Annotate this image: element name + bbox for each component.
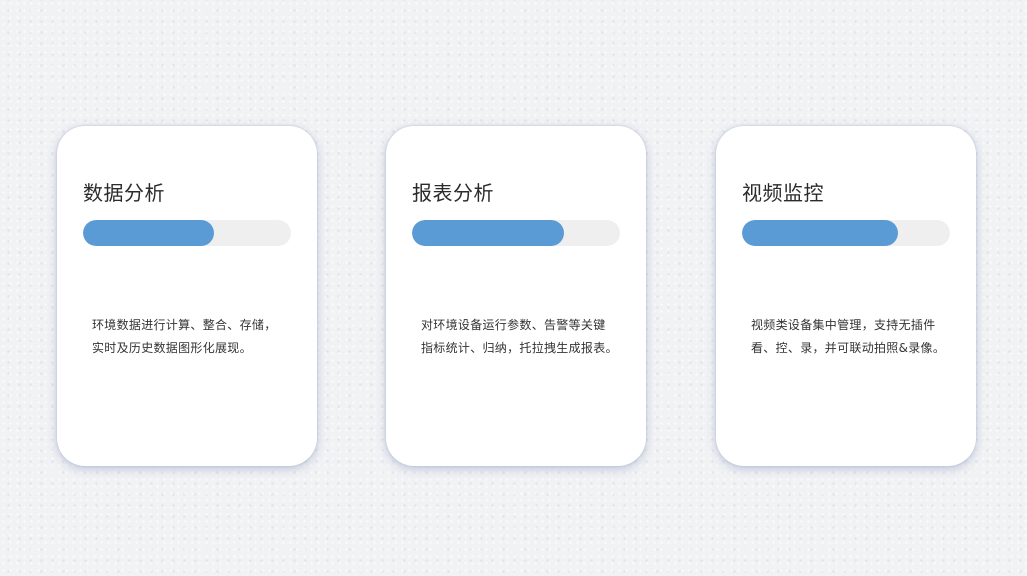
card-description: 环境数据进行计算、整合、存储， 实时及历史数据图形化展现。 xyxy=(92,314,307,360)
progress-bar xyxy=(83,220,291,246)
progress-bar xyxy=(742,220,950,246)
feature-card-video-monitoring: 视频监控 视频类设备集中管理，支持无插件 看、控、录，并可联动拍照&录像。 xyxy=(716,126,976,466)
card-title: 视频监控 xyxy=(742,181,824,205)
card-title: 报表分析 xyxy=(412,181,494,205)
feature-card-data-analysis: 数据分析 环境数据进行计算、整合、存储， 实时及历史数据图形化展现。 xyxy=(57,126,317,466)
card-description: 视频类设备集中管理，支持无插件 看、控、录，并可联动拍照&录像。 xyxy=(751,314,966,360)
card-description-line: 看、控、录，并可联动拍照&录像。 xyxy=(751,341,946,355)
card-description: 对环境设备运行参数、告警等关键 指标统计、归纳，托拉拽生成报表。 xyxy=(421,314,636,360)
card-description-line: 指标统计、归纳，托拉拽生成报表。 xyxy=(421,341,618,355)
progress-bar-fill xyxy=(83,220,215,246)
card-description-line: 对环境设备运行参数、告警等关键 xyxy=(421,318,606,332)
progress-bar-fill xyxy=(742,220,898,246)
card-description-line: 视频类设备集中管理，支持无插件 xyxy=(751,318,936,332)
card-title: 数据分析 xyxy=(83,181,165,205)
progress-bar xyxy=(412,220,620,246)
progress-bar-fill xyxy=(412,220,564,246)
feature-card-report-analysis: 报表分析 对环境设备运行参数、告警等关键 指标统计、归纳，托拉拽生成报表。 xyxy=(386,126,646,466)
card-description-line: 实时及历史数据图形化展现。 xyxy=(92,341,252,355)
card-description-line: 环境数据进行计算、整合、存储， xyxy=(92,318,277,332)
